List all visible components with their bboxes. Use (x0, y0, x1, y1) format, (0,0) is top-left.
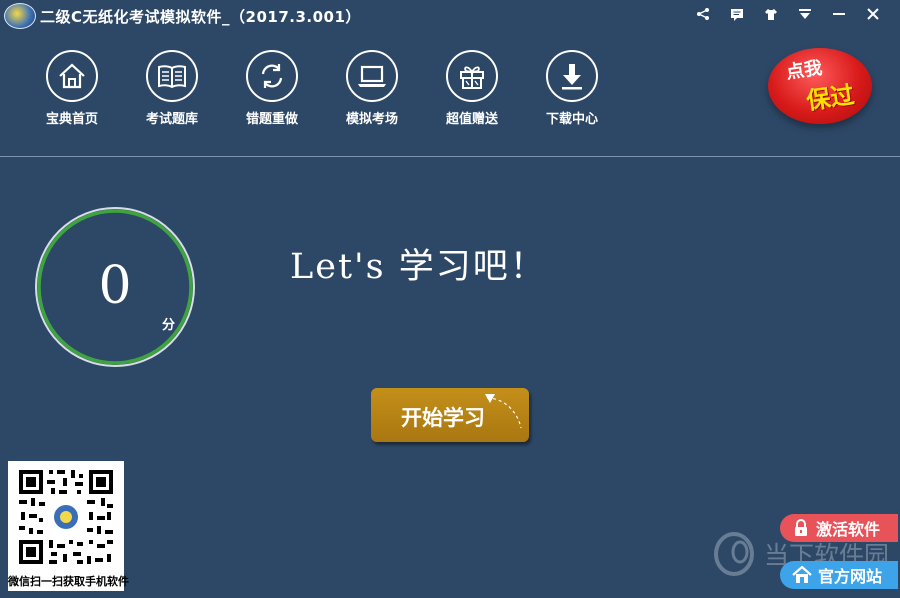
toolbar-redo-wrong-label: 错题重做 (245, 112, 298, 127)
official-website-button[interactable]: 官方网站 (780, 561, 898, 589)
toolbar-mock-exam[interactable]: 模拟考场 (322, 50, 422, 127)
download-icon (546, 50, 598, 102)
book-icon (146, 50, 198, 102)
start-learning-button[interactable]: 开始学习 (371, 388, 529, 442)
arrow-curve-icon (485, 394, 522, 429)
app-logo (4, 3, 36, 29)
laptop-icon (346, 50, 398, 102)
official-website-label: 官方网站 (818, 567, 883, 586)
qr-code-image (17, 468, 115, 566)
gift-icon (446, 50, 498, 102)
toolbar-gifts-label: 超值赠送 (445, 112, 498, 127)
score-unit: 分 (162, 318, 176, 333)
close-icon[interactable] (856, 4, 890, 24)
headline: Let's 学习吧！ (290, 247, 547, 287)
toolbar-home[interactable]: 宝典首页 (22, 50, 122, 127)
home-small-icon (792, 566, 812, 583)
score-value: 0 (98, 256, 132, 316)
toolbar-download-center[interactable]: 下载中心 (522, 50, 622, 127)
title-bar: 二级C无纸化考试模拟软件_（2017.3.001） (0, 0, 900, 30)
qr-code-panel: 微信扫一扫获取手机软件 (8, 461, 129, 591)
main-toolbar: 宝典首页 考试题库 错题重做 模拟考场 超值赠送 下载中心 (22, 50, 622, 127)
lock-icon (795, 519, 807, 536)
minimize-icon[interactable] (822, 4, 856, 24)
menu-dropdown-icon[interactable] (788, 4, 822, 24)
skin-shirt-icon[interactable] (754, 4, 788, 24)
guarantee-pass-badge[interactable]: 点我 保过 (768, 44, 872, 124)
toolbar-question-bank-label: 考试题库 (145, 112, 198, 127)
toolbar-redo-wrong[interactable]: 错题重做 (222, 50, 322, 127)
message-icon[interactable] (720, 4, 754, 24)
badge-line2: 保过 (804, 80, 857, 116)
window-controls (686, 4, 890, 24)
qr-caption: 微信扫一扫获取手机软件 (8, 575, 129, 588)
toolbar-gifts[interactable]: 超值赠送 (422, 50, 522, 127)
start-learning-label: 开始学习 (401, 406, 485, 430)
refresh-icon (246, 50, 298, 102)
activate-software-label: 激活软件 (816, 520, 881, 539)
toolbar-question-bank[interactable]: 考试题库 (122, 50, 222, 127)
toolbar-download-center-label: 下载中心 (545, 112, 598, 127)
toolbar-mock-exam-label: 模拟考场 (345, 112, 398, 127)
share-icon[interactable] (686, 4, 720, 24)
home-icon (46, 50, 98, 102)
activate-software-button[interactable]: 激活软件 (780, 514, 898, 542)
window-title: 二级C无纸化考试模拟软件_（2017.3.001） (40, 8, 361, 26)
score-ring: 0 分 (34, 206, 196, 368)
toolbar-home-label: 宝典首页 (45, 112, 98, 127)
toolbar-divider (0, 156, 900, 157)
watermark-logo-icon (714, 532, 754, 576)
